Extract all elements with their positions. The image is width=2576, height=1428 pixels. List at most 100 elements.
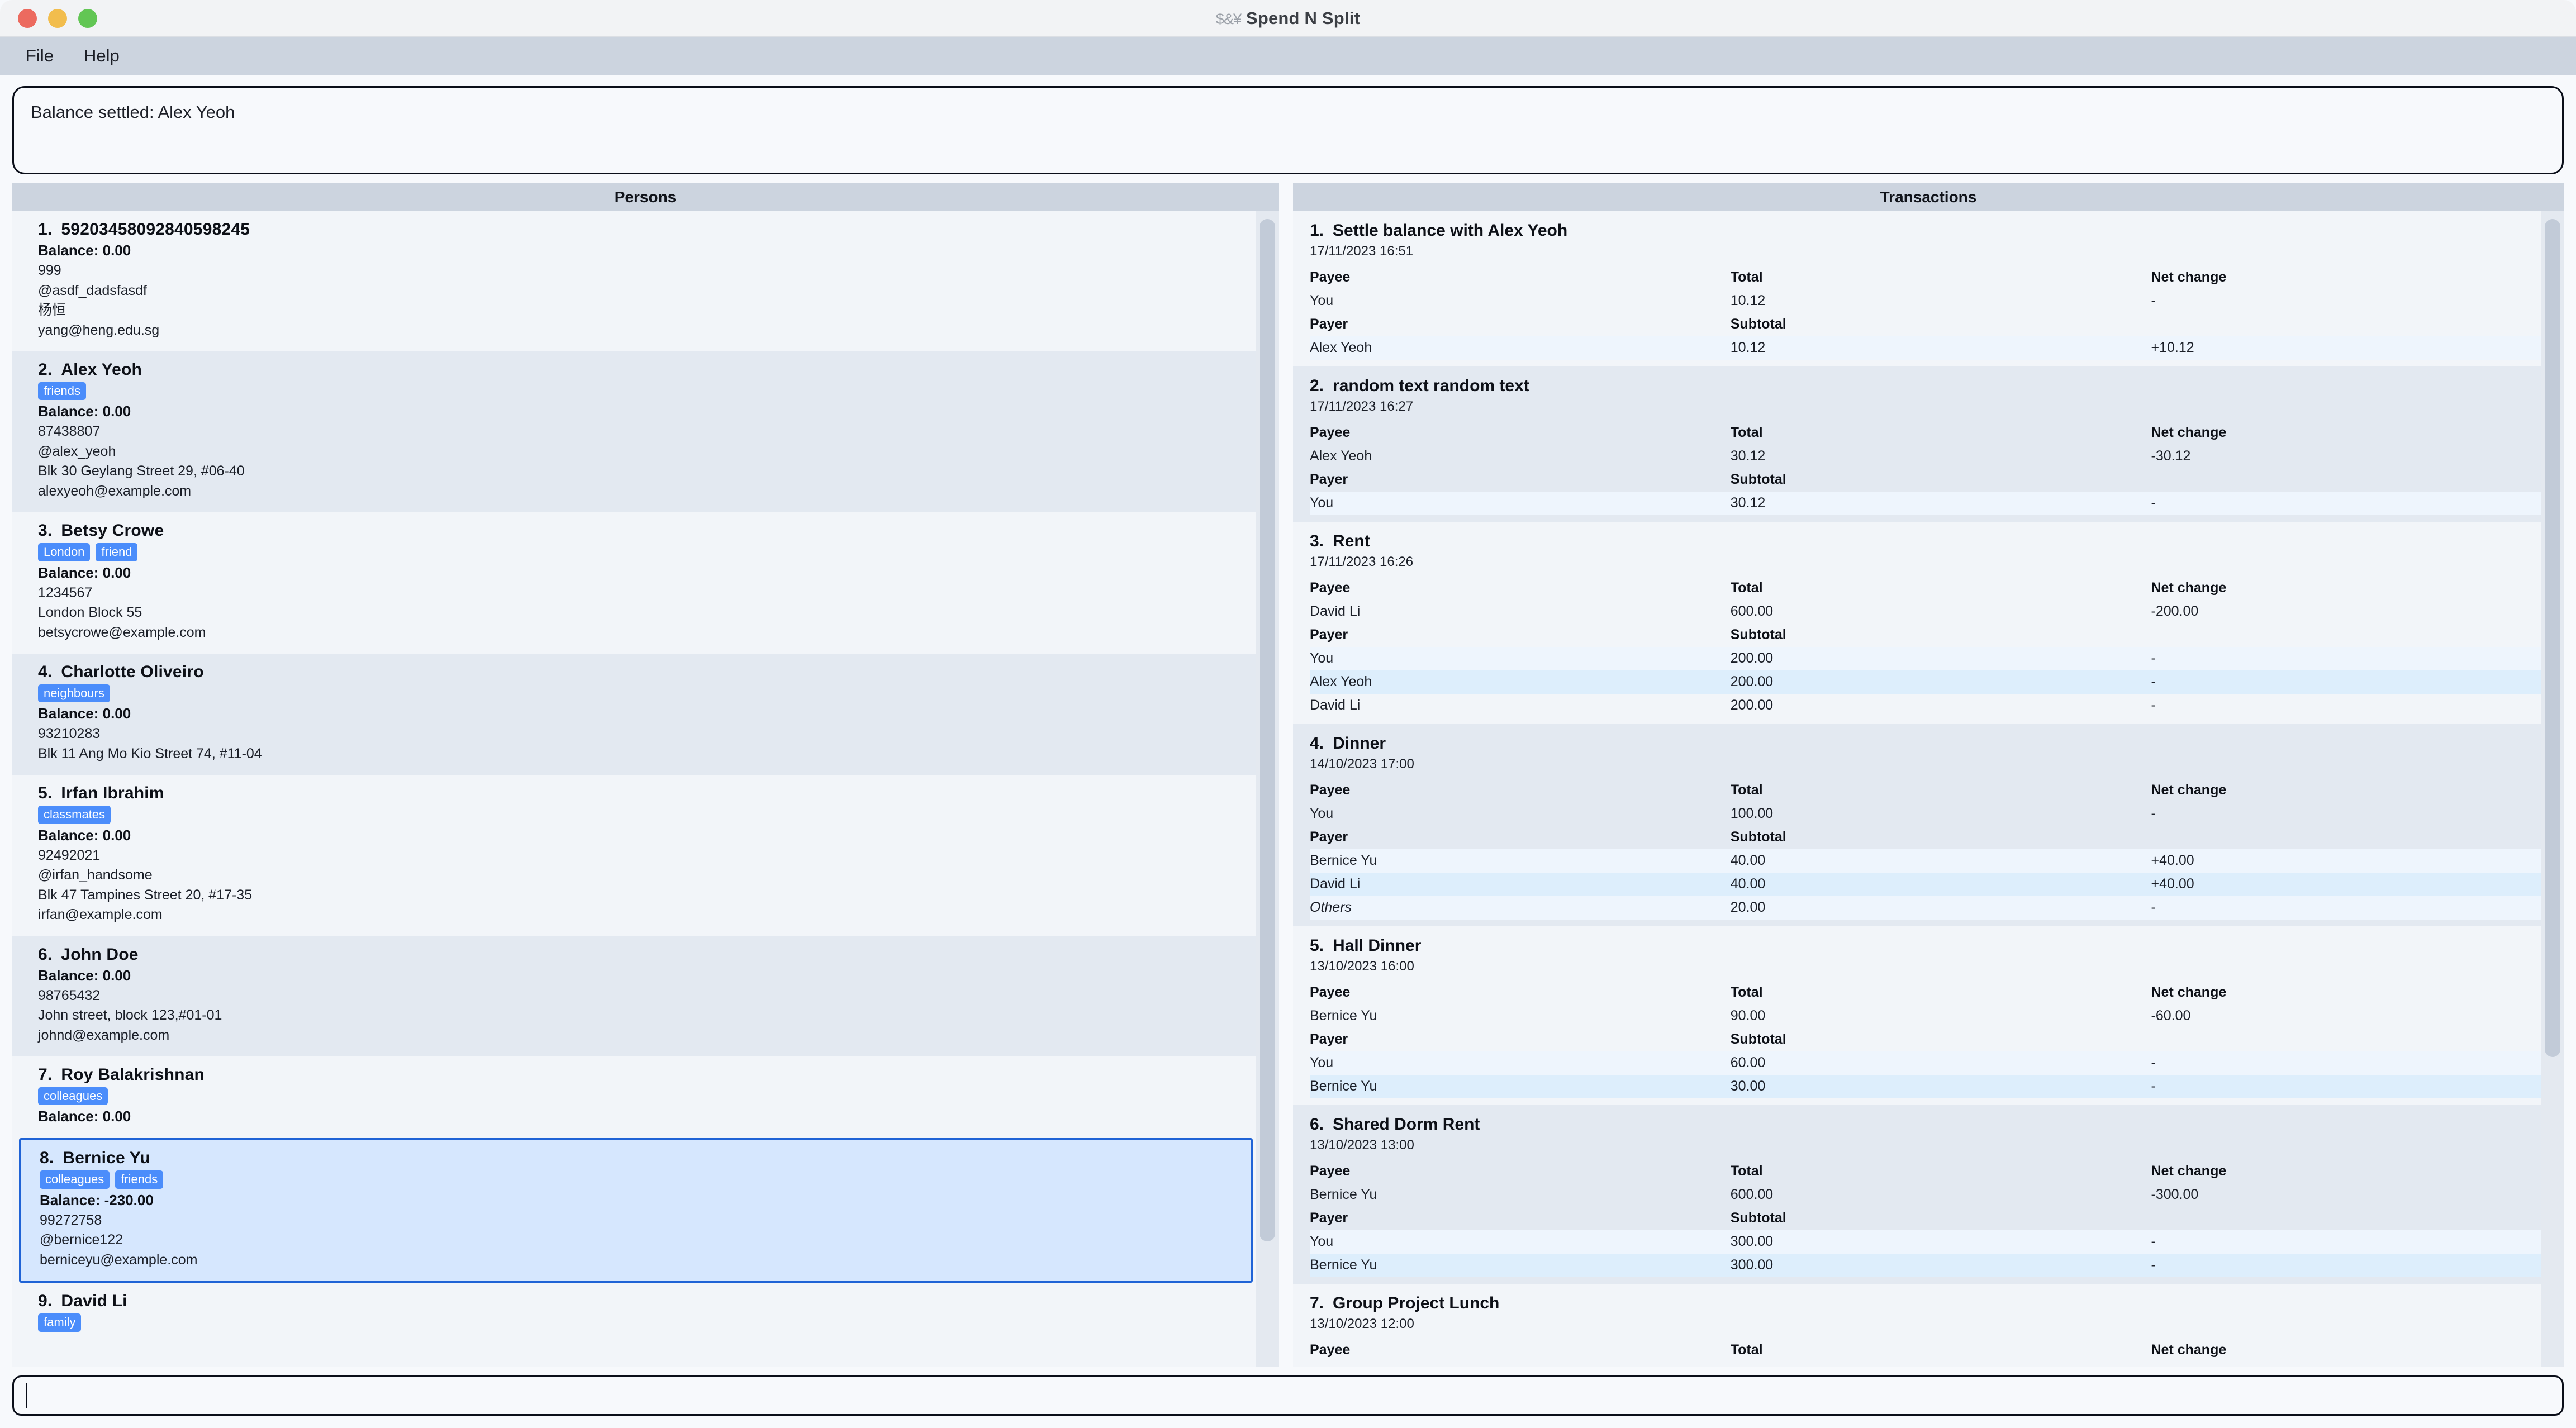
transaction-card[interactable]: 5.Hall Dinner13/10/2023 16:00PayeeTotalN… xyxy=(1293,926,2564,1105)
transaction-row: Bernice Yu30.00- xyxy=(1310,1075,2547,1098)
transaction-party-name: Payee xyxy=(1310,1339,1731,1362)
person-card[interactable]: 5.Irfan IbrahimclassmatesBalance: 0.0092… xyxy=(12,775,1279,936)
transaction-net-change xyxy=(2151,313,2548,336)
persons-scrollbar-thumb[interactable] xyxy=(1260,219,1275,1241)
transactions-list[interactable]: 1.Settle balance with Alex Yeoh17/11/202… xyxy=(1293,211,2564,1367)
transaction-party-name: David Li xyxy=(1310,600,1731,623)
transaction-net-change: Net change xyxy=(2151,1339,2548,1362)
minimize-window-button[interactable] xyxy=(48,9,67,28)
transaction-party-name: Bernice Yu xyxy=(1310,1075,1731,1098)
transaction-amount: 200.00 xyxy=(1731,670,2151,694)
transaction-amount: Subtotal xyxy=(1731,313,2151,336)
transaction-index: 6. xyxy=(1310,1115,1324,1134)
transaction-net-change: Net change xyxy=(2151,421,2548,445)
person-tag-list: colleagues xyxy=(38,1087,1263,1105)
transaction-net-change: Net change xyxy=(2151,981,2548,1005)
transaction-net-change xyxy=(2151,468,2548,492)
title-bar: $&¥Spend N Split xyxy=(0,0,2576,37)
transaction-amount: 200.00 xyxy=(1731,694,2151,717)
transaction-party-name: You xyxy=(1310,802,1731,826)
transaction-party-name: David Li xyxy=(1310,694,1731,717)
transaction-card[interactable]: 1.Settle balance with Alex Yeoh17/11/202… xyxy=(1293,211,2564,366)
transaction-title: 5.Hall Dinner xyxy=(1310,936,2547,955)
transaction-net-change: - xyxy=(2151,1230,2548,1254)
transaction-header-row: PayeeTotalNet change xyxy=(1310,1339,2547,1362)
person-index: 6. xyxy=(38,945,52,964)
transaction-row: Others20.00- xyxy=(1310,896,2547,920)
person-index: 7. xyxy=(38,1065,52,1084)
transaction-card[interactable]: 2.random text random text17/11/2023 16:2… xyxy=(1293,366,2564,522)
person-card[interactable]: 6.John DoeBalance: 0.0098765432John stre… xyxy=(12,936,1279,1057)
person-detail-line: 1234567 xyxy=(38,583,1263,603)
person-card[interactable]: 1.59203458092840598245Balance: 0.00999@a… xyxy=(12,211,1279,351)
menu-help[interactable]: Help xyxy=(72,42,132,69)
person-tag: London xyxy=(38,543,90,561)
transaction-row: Bernice Yu90.00-60.00 xyxy=(1310,1005,2547,1028)
transaction-net-change: Net change xyxy=(2151,266,2548,289)
transaction-header-row: PayerSubtotal xyxy=(1310,468,2547,492)
person-detail-line: yang@heng.edu.sg xyxy=(38,321,1263,341)
transaction-amount: Subtotal xyxy=(1731,1028,2151,1051)
transaction-amount: 300.00 xyxy=(1731,1230,2151,1254)
person-balance: Balance: 0.00 xyxy=(38,242,1263,259)
transaction-title: 3.Rent xyxy=(1310,532,2547,551)
transaction-card[interactable]: 3.Rent17/11/2023 16:26PayeeTotalNet chan… xyxy=(1293,522,2564,724)
transaction-table: PayeeTotalNet changeDavid Li600.00-200.0… xyxy=(1310,577,2547,717)
person-card[interactable]: 4.Charlotte OliveironeighboursBalance: 0… xyxy=(12,654,1279,775)
person-tag-list: classmates xyxy=(38,806,1263,824)
transaction-table: PayeeTotalNet changeYou10.12-PayerSubtot… xyxy=(1310,266,2547,360)
person-detail-line: alexyeoh@example.com xyxy=(38,482,1263,502)
transaction-amount: 200.00 xyxy=(1731,647,2151,670)
persons-list[interactable]: 1.59203458092840598245Balance: 0.00999@a… xyxy=(12,211,1279,1367)
transaction-net-change: Net change xyxy=(2151,577,2548,600)
transaction-amount: 20.00 xyxy=(1731,896,2151,920)
transaction-row: Bernice Yu40.00+40.00 xyxy=(1310,849,2547,873)
window-title: $&¥Spend N Split xyxy=(0,8,2576,28)
transaction-party-name: Bernice Yu xyxy=(1310,1254,1731,1277)
menu-file[interactable]: File xyxy=(13,42,66,69)
person-tag-list: Londonfriend xyxy=(38,543,1263,561)
menu-bar: File Help xyxy=(0,37,2576,75)
transaction-net-change: - xyxy=(2151,694,2548,717)
transaction-row: David Li600.00-200.00 xyxy=(1310,600,2547,623)
transaction-datetime: 13/10/2023 12:00 xyxy=(1310,1316,2547,1332)
person-card[interactable]: 2.Alex YeohfriendsBalance: 0.0087438807@… xyxy=(12,351,1279,512)
transaction-amount: Total xyxy=(1731,577,2151,600)
transaction-party-name: Payer xyxy=(1310,313,1731,336)
command-input-box[interactable] xyxy=(12,1375,2564,1416)
transaction-amount: 600.00 xyxy=(1731,600,2151,623)
person-index: 1. xyxy=(38,220,52,239)
transaction-row: Bernice Yu300.00- xyxy=(1310,1254,2547,1277)
transaction-party-name: You xyxy=(1310,289,1731,313)
person-index: 3. xyxy=(38,521,52,540)
transaction-row: You60.00- xyxy=(1310,1362,2547,1367)
transaction-amount: Subtotal xyxy=(1731,468,2151,492)
person-card[interactable]: 8.Bernice YucolleaguesfriendsBalance: -2… xyxy=(19,1138,1253,1283)
transaction-row: You10.12- xyxy=(1310,289,2547,313)
transaction-net-change: - xyxy=(2151,1254,2548,1277)
text-cursor xyxy=(26,1383,27,1408)
person-card[interactable]: 9.David Lifamily xyxy=(12,1283,1279,1345)
persons-scrollbar[interactable] xyxy=(1256,211,1279,1367)
person-tag-list: colleaguesfriends xyxy=(40,1170,1235,1188)
transaction-net-change: - xyxy=(2151,647,2548,670)
transaction-row: David Li200.00- xyxy=(1310,694,2547,717)
transaction-card[interactable]: 7.Group Project Lunch 13/10/2023 12:00 Pay… xyxy=(1293,1284,2564,1367)
maximize-window-button[interactable] xyxy=(78,9,97,28)
transaction-card[interactable]: 6.Shared Dorm Rent13/10/2023 13:00PayeeT… xyxy=(1293,1105,2564,1284)
transactions-scrollbar-thumb[interactable] xyxy=(2545,219,2560,1057)
transaction-amount: 30.12 xyxy=(1731,445,2151,468)
transaction-row: You60.00- xyxy=(1310,1051,2547,1075)
persons-panel-body: 1.59203458092840598245Balance: 0.00999@a… xyxy=(12,211,1279,1367)
person-tag: friends xyxy=(115,1170,163,1188)
person-name: 9.David Li xyxy=(38,1292,1263,1311)
transaction-datetime: 17/11/2023 16:51 xyxy=(1310,244,2547,259)
transaction-amount: 30.00 xyxy=(1731,1075,2151,1098)
person-card[interactable]: 7.Roy BalakrishnancolleaguesBalance: 0.0… xyxy=(12,1056,1279,1138)
transaction-card[interactable]: 4.Dinner14/10/2023 17:00PayeeTotalNet ch… xyxy=(1293,724,2564,926)
transaction-party-name: Alex Yeoh xyxy=(1310,336,1731,360)
transactions-scrollbar[interactable] xyxy=(2541,211,2564,1367)
person-card[interactable]: 3.Betsy CroweLondonfriendBalance: 0.0012… xyxy=(12,512,1279,654)
close-window-button[interactable] xyxy=(18,9,37,28)
transaction-title: 7.Group Project Lunch xyxy=(1310,1294,2547,1313)
